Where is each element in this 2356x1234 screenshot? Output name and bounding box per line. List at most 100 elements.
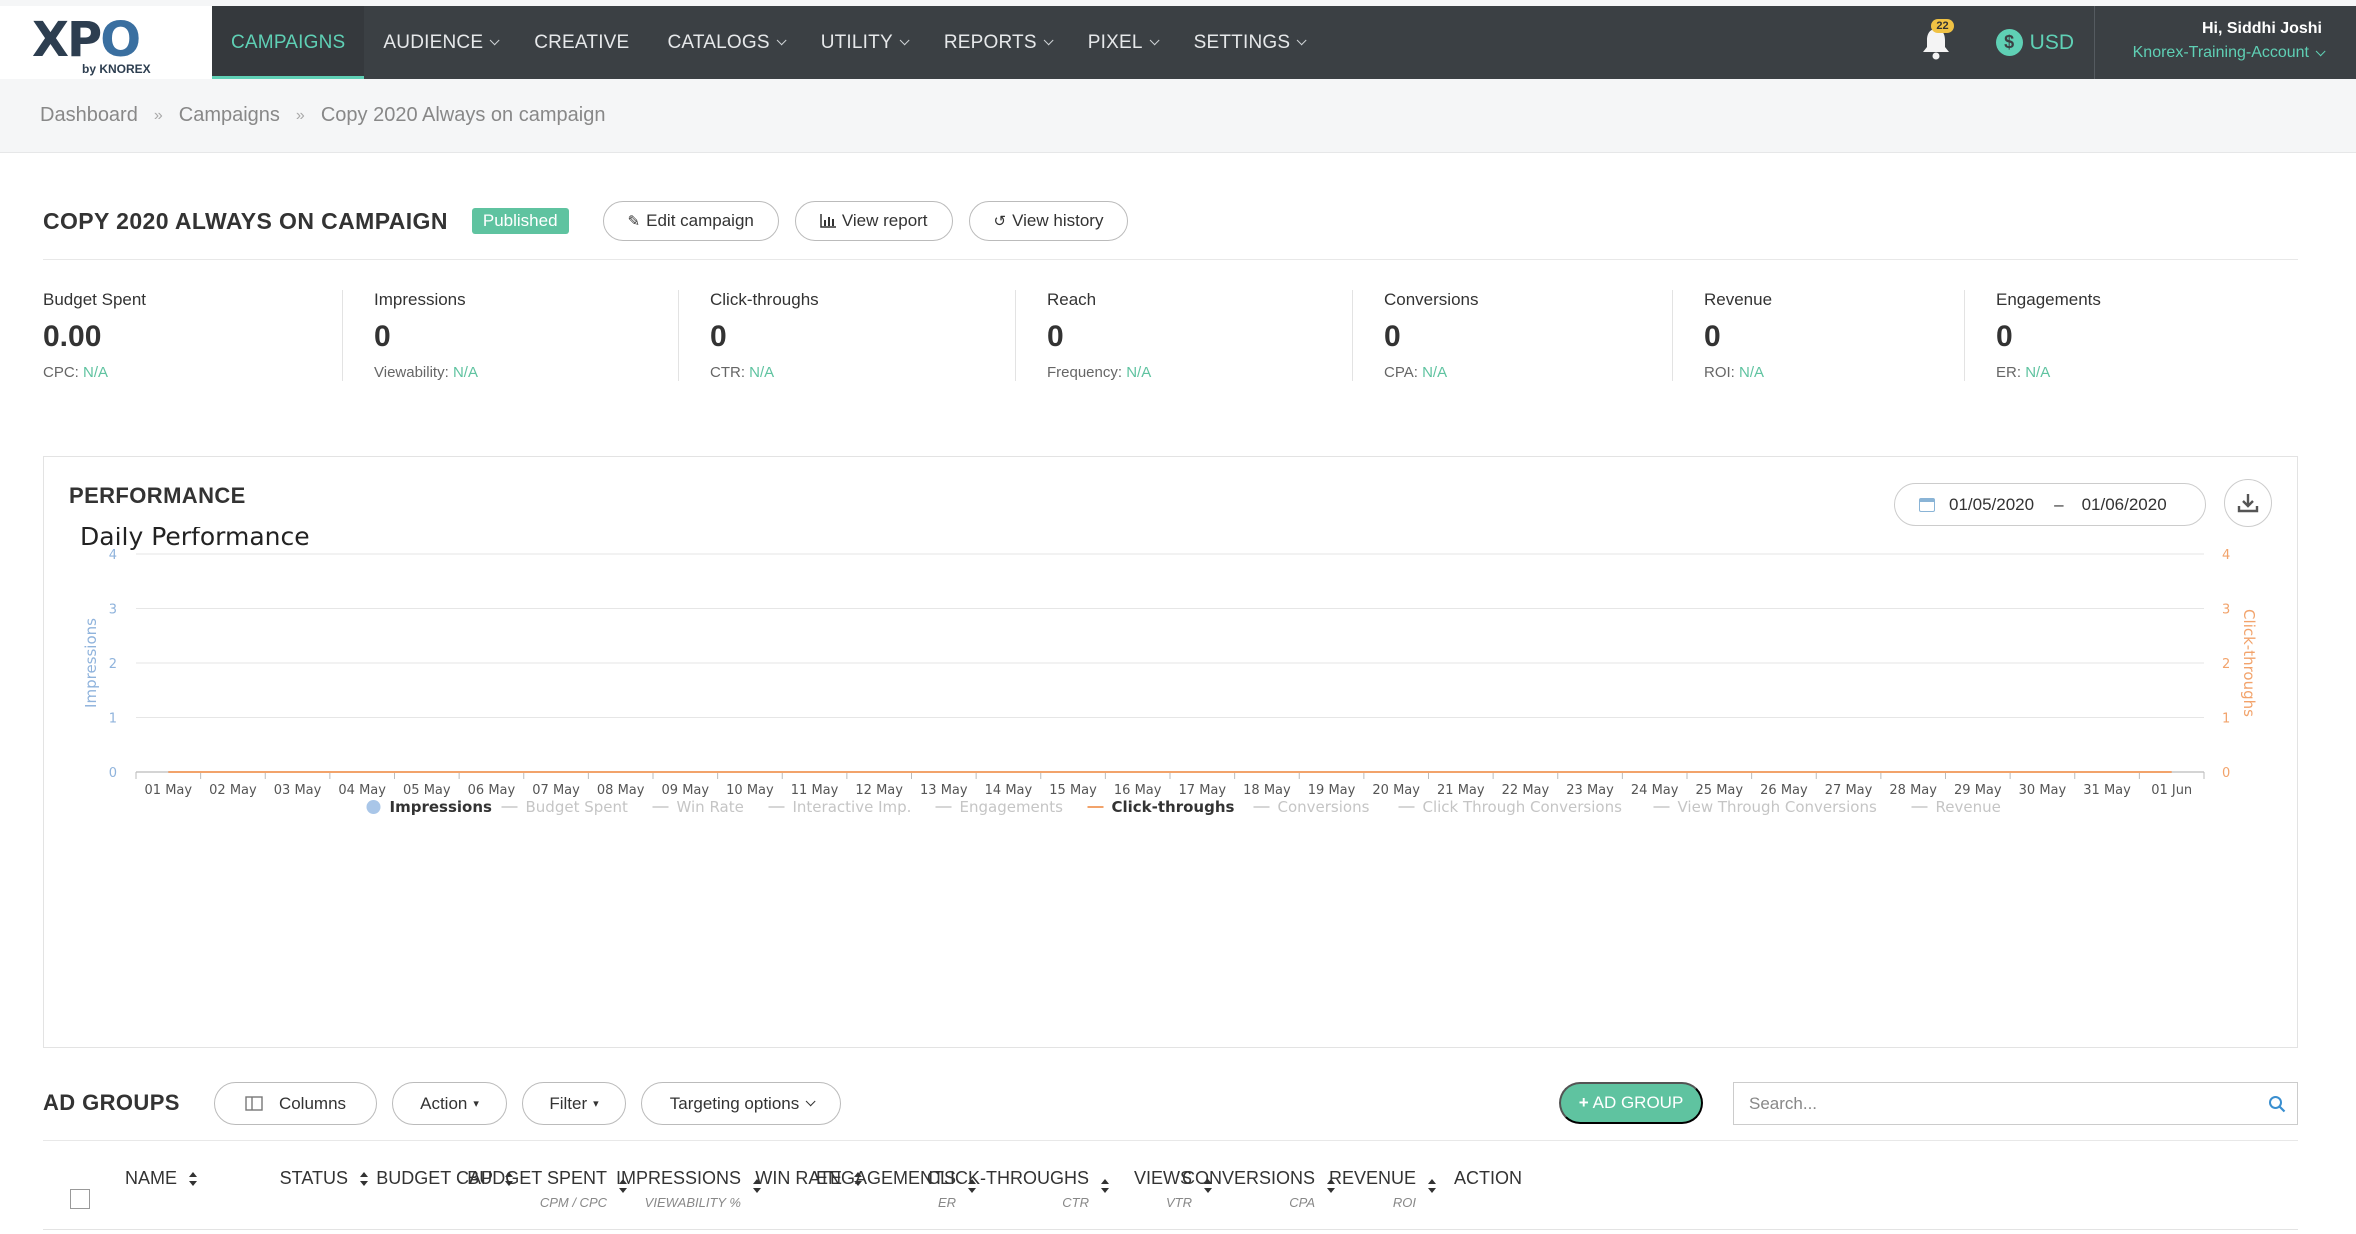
caret-down-icon: ▾ — [593, 1098, 599, 1110]
legend-item-impressions[interactable]: Impressions — [366, 798, 493, 816]
stat-label: Engagements — [1996, 290, 2101, 309]
stat-sub-label: Frequency: — [1047, 364, 1123, 381]
adgroups-toolbar: AD GROUPS Columns Action ▾ Filter ▾ Targ… — [43, 1082, 2298, 1127]
legend-label: Engagements — [960, 798, 1064, 816]
column-header-status[interactable]: STATUS — [280, 1168, 348, 1189]
breadcrumb-item[interactable]: Dashboard — [40, 104, 138, 127]
columns-button[interactable]: Columns — [214, 1082, 377, 1125]
chevron-down-icon — [1043, 35, 1054, 46]
column-header-revenue[interactable]: REVENUE ROI — [1329, 1168, 1416, 1210]
view-report-button[interactable]: View report — [794, 201, 953, 241]
chart-legend: Impressions Budget Spent Win Rate Interacti… — [366, 798, 2001, 816]
column-header-click-throughs[interactable]: CLICK-THROUGHS CTR — [927, 1168, 1089, 1210]
legend-label: Budget Spent — [526, 798, 628, 816]
stat-value: 0 — [1996, 320, 2013, 353]
legend-item-view-through-conversions[interactable]: View Through Conversions — [1653, 798, 1877, 816]
stat-sub-label: CTR: — [710, 364, 745, 381]
logo-subtitle: by KNOREX — [82, 62, 151, 76]
chevron-down-icon — [2315, 46, 2326, 57]
action-label: Action — [420, 1093, 468, 1113]
sort-icon[interactable] — [188, 1170, 198, 1188]
nav-item-creative[interactable]: CREATIVE — [515, 6, 648, 79]
select-all-checkbox[interactable] — [70, 1189, 90, 1209]
edit-campaign-button[interactable]: ✎ Edit campaign — [602, 201, 779, 241]
column-header-conversions[interactable]: CONVERSIONS CPA — [1182, 1168, 1315, 1210]
breadcrumb-item[interactable]: Campaigns — [179, 104, 280, 127]
stat-sub-value: N/A — [2025, 364, 2051, 381]
nav-item-settings[interactable]: SETTINGS — [1175, 6, 1323, 79]
nav-item-label: PIXEL — [1087, 31, 1143, 53]
y-axis-right-label: Click-throughs — [2240, 609, 2258, 717]
sort-icon[interactable] — [1100, 1177, 1110, 1195]
stat-sub-value: N/A — [452, 364, 478, 381]
nav-item-label: CAMPAIGNS — [231, 31, 346, 53]
account-switcher[interactable]: Knorex-Training-Account — [2123, 44, 2326, 62]
filter-label: Filter — [549, 1093, 588, 1113]
legend-label: Impressions — [390, 798, 493, 816]
stat-label: Revenue — [1704, 290, 1773, 309]
stat-value: 0 — [1047, 320, 1064, 353]
stat-value: 0 — [374, 320, 391, 353]
legend-item-revenue[interactable]: Revenue — [1911, 798, 2001, 816]
nav-item-label: REPORTS — [943, 31, 1037, 53]
notifications-bell[interactable]: 22 — [1916, 18, 1956, 63]
legend-item-click-throughs[interactable]: Click-throughs — [1087, 798, 1235, 816]
stat-sub: CTR: N/A — [710, 364, 1015, 381]
nav-item-pixel[interactable]: PIXEL — [1069, 6, 1175, 79]
y-right-tick-label: 2 — [2222, 657, 2230, 672]
nav-item-label: CREATIVE — [534, 31, 630, 53]
column-header-name[interactable]: NAME — [125, 1168, 177, 1189]
download-button[interactable] — [2224, 479, 2272, 527]
view-history-button[interactable]: ↺ View history — [968, 201, 1129, 241]
legend-label: Click Through Conversions — [1423, 798, 1623, 816]
legend-item-engagements[interactable]: Engagements — [935, 798, 1064, 816]
stat-sub-value: N/A — [83, 364, 109, 381]
legend-item-conversions[interactable]: Conversions — [1253, 798, 1370, 816]
bar-chart-icon — [820, 214, 836, 228]
nav-item-campaigns[interactable]: CAMPAIGNS — [212, 6, 365, 79]
sort-icon[interactable] — [359, 1170, 369, 1188]
column-header-sub: ROI — [1392, 1195, 1416, 1210]
date-to: 01/06/2020 — [2081, 494, 2167, 514]
xpo-logo[interactable]: XPO by KNOREX — [0, 6, 212, 79]
date-from: 01/05/2020 — [1949, 494, 2035, 514]
chevron-down-icon — [899, 35, 910, 46]
stat-value: 0 — [1704, 320, 1721, 353]
action-dropdown[interactable]: Action ▾ — [392, 1082, 507, 1125]
filter-dropdown[interactable]: Filter ▾ — [522, 1082, 626, 1125]
legend-label: View Through Conversions — [1678, 798, 1877, 816]
status-badge: Published — [471, 208, 569, 234]
legend-label: Revenue — [1936, 798, 2001, 816]
search-input[interactable] — [1734, 1083, 2257, 1124]
column-header-label: REVENUE — [1328, 1168, 1416, 1188]
stat-sub-value: N/A — [1422, 364, 1448, 381]
sort-icon[interactable] — [1427, 1177, 1437, 1195]
column-header-label: BUDGET SPENT — [467, 1168, 607, 1188]
pencil-icon: ✎ — [627, 213, 641, 230]
column-header-impressions[interactable]: IMPRESSIONS VIEWABILITY % — [616, 1168, 741, 1210]
column-header-action[interactable]: ACTION — [1454, 1168, 1522, 1189]
stat-sub: ROI: N/A — [1704, 364, 1964, 381]
legend-item-budget-spent[interactable]: Budget Spent — [501, 798, 628, 816]
nav-item-utility[interactable]: UTILITY — [802, 6, 925, 79]
date-range-picker[interactable]: 01/05/2020 – 01/06/2020 — [1894, 483, 2206, 526]
legend-item-win-rate[interactable]: Win Rate — [652, 798, 744, 816]
column-header-budget-spent[interactable]: BUDGET SPENT CPM / CPC — [467, 1168, 607, 1210]
stat-sub: CPA: N/A — [1384, 364, 1672, 381]
nav-item-reports[interactable]: REPORTS — [925, 6, 1069, 79]
column-header-sub: VIEWABILITY % — [644, 1195, 741, 1210]
legend-item-interactive-imp-[interactable]: Interactive Imp. — [768, 798, 912, 816]
column-header-sub: CTR — [1062, 1195, 1089, 1210]
targeting-options-dropdown[interactable]: Targeting options — [641, 1082, 841, 1125]
legend-item-click-through-conversions[interactable]: Click Through Conversions — [1398, 798, 1623, 816]
stat-sub-value: N/A — [1126, 364, 1152, 381]
search-icon[interactable] — [2257, 1095, 2297, 1113]
nav-item-catalogs[interactable]: CATALOGS — [648, 6, 801, 79]
stat-sub-label: Viewability: — [374, 364, 449, 381]
user-menu[interactable]: Hi, Siddhi Joshi Knorex-Training-Account — [2094, 6, 2356, 79]
currency-display[interactable]: $ USD — [1995, 29, 2074, 56]
nav-item-label: AUDIENCE — [383, 31, 484, 53]
nav-item-audience[interactable]: AUDIENCE — [364, 6, 515, 79]
column-header-label: ACTION — [1454, 1168, 1523, 1188]
add-adgroup-button[interactable]: + AD GROUP — [1559, 1082, 1703, 1124]
